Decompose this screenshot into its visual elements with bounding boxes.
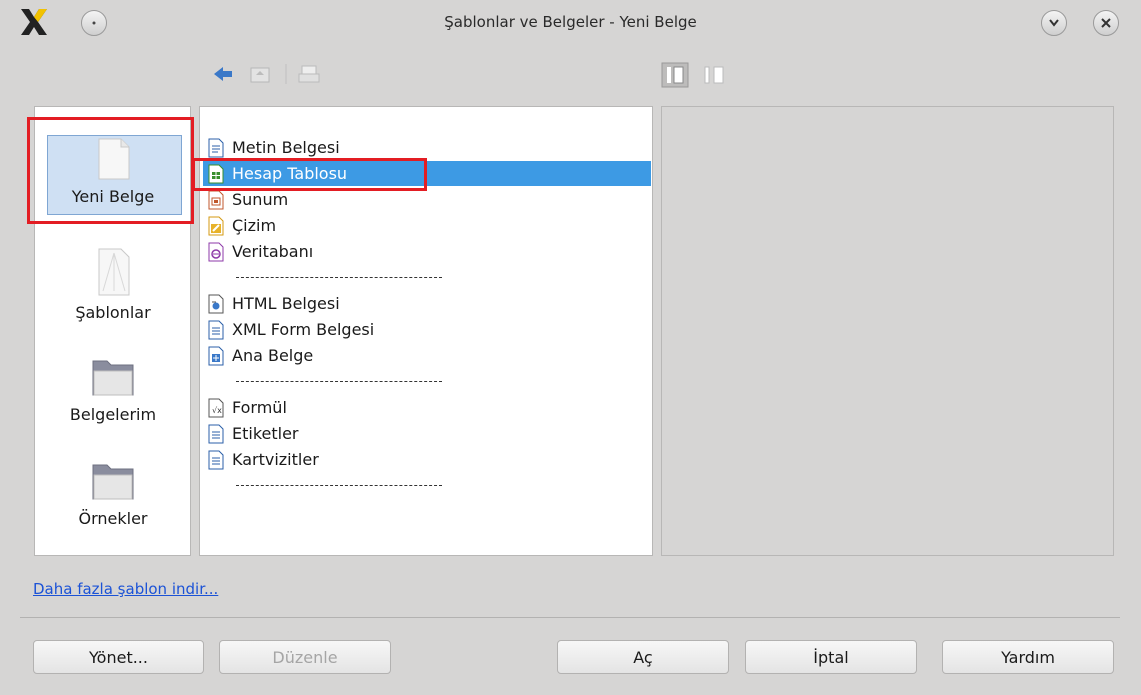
impress-icon [208, 190, 224, 209]
nav-item-new-document[interactable]: Yeni Belge [35, 135, 191, 215]
print-icon [297, 62, 321, 90]
labels-icon [208, 424, 224, 443]
templates-icon [98, 248, 130, 296]
list-item[interactable]: Veritabanı [203, 239, 651, 264]
navigation-pane: Yeni Belge Şablonlar Belgelerim Örnekler [34, 106, 191, 556]
cancel-button[interactable]: İptal [745, 640, 917, 674]
blank-document-icon [98, 138, 130, 180]
svg-text:√x: √x [212, 406, 222, 415]
preview-icon[interactable] [661, 62, 689, 92]
close-button[interactable] [1093, 10, 1119, 36]
list-item[interactable]: Hesap Tablosu [203, 161, 651, 186]
up-folder-icon [248, 62, 272, 90]
xml-form-icon [208, 320, 224, 339]
document-properties-icon[interactable] [701, 62, 729, 92]
toolbar-separator [284, 62, 288, 90]
minimize-button[interactable] [1041, 10, 1067, 36]
list-separator [236, 277, 442, 278]
base-icon [208, 242, 224, 261]
download-more-templates-link[interactable]: Daha fazla şablon indir... [33, 580, 218, 598]
back-icon[interactable] [212, 64, 234, 88]
list-separator [236, 381, 442, 382]
preview-pane [661, 106, 1114, 556]
list-item[interactable]: HTML Belgesi [203, 291, 651, 316]
document-type-list: Metin Belgesi Hesap Tablosu Sunum Çizim … [199, 106, 653, 556]
edit-button[interactable]: Düzenle [219, 640, 391, 674]
nav-label-new-document: Yeni Belge [71, 187, 155, 206]
nav-label-samples: Örnekler [78, 509, 148, 528]
close-icon [1101, 18, 1111, 28]
draw-icon [208, 216, 224, 235]
calc-icon [208, 164, 224, 183]
divider [20, 617, 1120, 618]
folder-icon [92, 360, 134, 396]
window-title: Şablonlar ve Belgeler - Yeni Belge [444, 13, 697, 31]
list-item[interactable]: √x Formül [203, 395, 651, 420]
list-item[interactable]: Çizim [203, 213, 651, 238]
business-cards-icon [208, 450, 224, 469]
manage-button[interactable]: Yönet... [33, 640, 204, 674]
help-button[interactable]: Yardım [942, 640, 1114, 674]
list-item[interactable]: XML Form Belgesi [203, 317, 651, 342]
nav-item-samples[interactable]: Örnekler [35, 459, 191, 528]
list-item[interactable]: Ana Belge [203, 343, 651, 368]
math-icon: √x [208, 398, 224, 417]
list-separator [236, 485, 442, 486]
nav-item-templates[interactable]: Şablonlar [35, 247, 191, 322]
folder-icon [92, 464, 134, 500]
open-button[interactable]: Aç [557, 640, 729, 674]
nav-label-my-documents: Belgelerim [69, 405, 157, 424]
title-bar: Şablonlar ve Belgeler - Yeni Belge [0, 0, 1141, 46]
html-icon [208, 294, 224, 313]
list-item[interactable]: Etiketler [203, 421, 651, 446]
writer-icon [208, 138, 224, 157]
nav-label-templates: Şablonlar [75, 303, 151, 322]
chevron-down-icon [1049, 19, 1059, 27]
list-item[interactable]: Kartvizitler [203, 447, 651, 472]
nav-item-my-documents[interactable]: Belgelerim [35, 355, 191, 424]
list-item[interactable]: Metin Belgesi [203, 135, 651, 160]
list-item[interactable]: Sunum [203, 187, 651, 212]
master-document-icon [208, 346, 224, 365]
